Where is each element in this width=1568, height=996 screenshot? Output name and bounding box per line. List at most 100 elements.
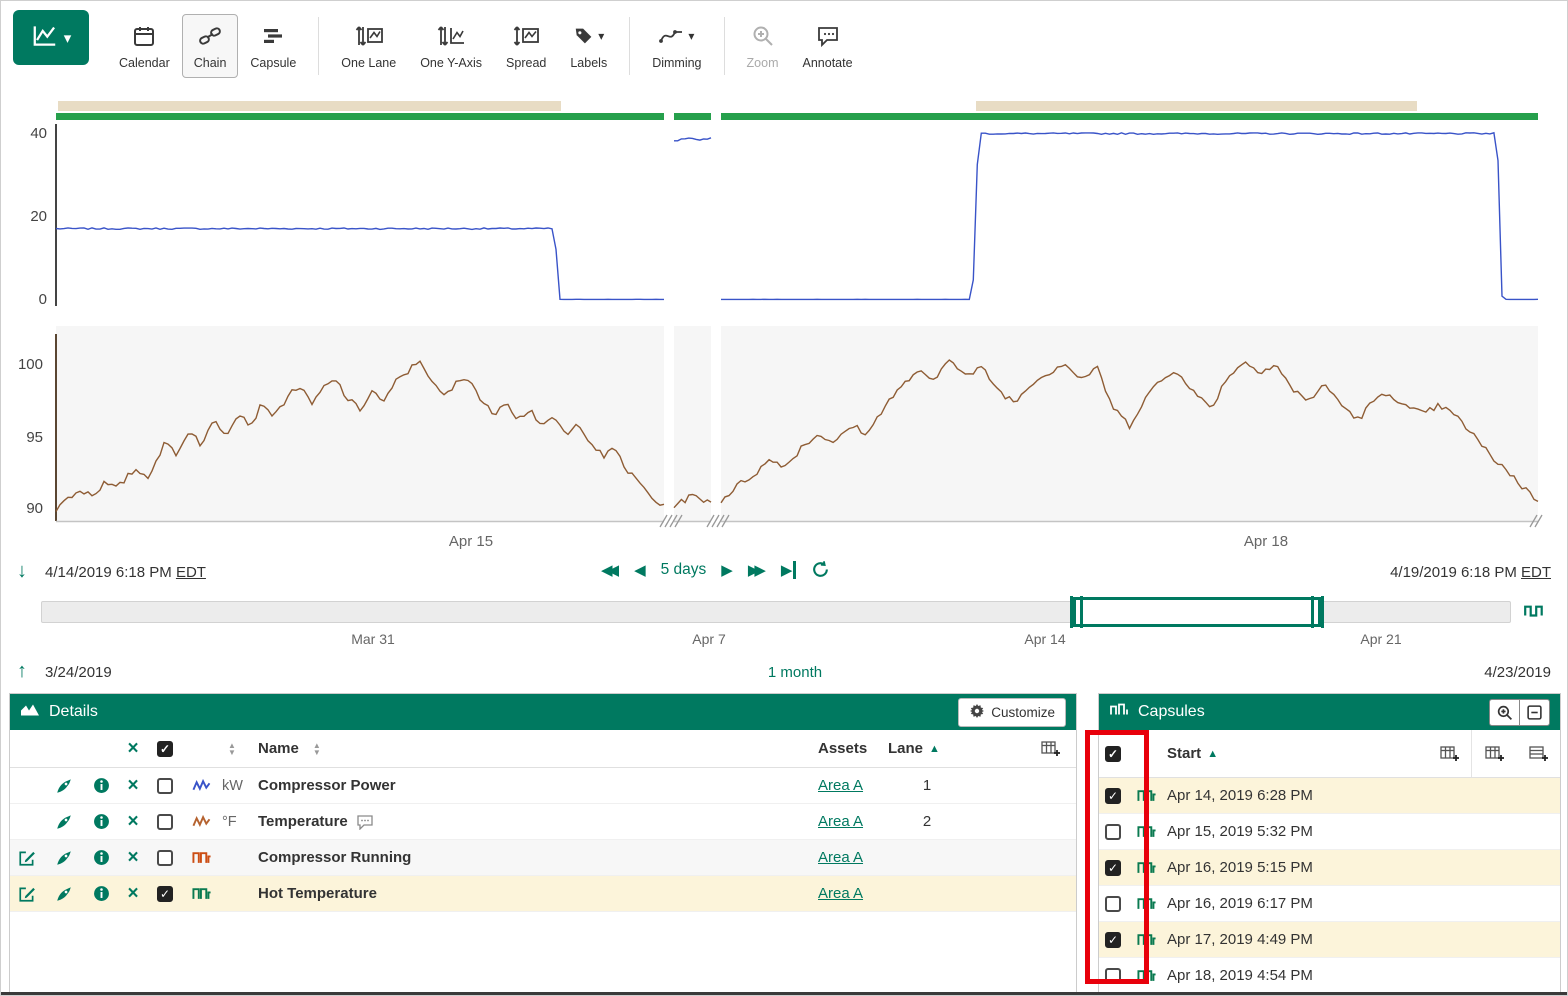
refresh-icon[interactable] (811, 560, 830, 579)
capsule-row[interactable]: ✓Apr 17, 2019 4:49 PM (1099, 922, 1560, 958)
name-column-header[interactable]: Name (258, 740, 299, 757)
capsule-checkbox[interactable] (1105, 824, 1121, 840)
one-lane-button[interactable]: One Lane (329, 14, 408, 78)
edit-icon[interactable] (10, 885, 44, 903)
add-property-column-icon[interactable] (1529, 745, 1548, 762)
investigate-range-start[interactable]: 3/24/2019 (45, 664, 112, 681)
capsule-checkbox[interactable] (1105, 896, 1121, 912)
capsule-time-icon[interactable] (1523, 600, 1545, 625)
edit-icon[interactable] (10, 849, 44, 867)
details-row-hot-temperature[interactable]: ×✓Hot TemperatureArea A (10, 876, 1076, 912)
rocket-icon[interactable] (44, 849, 84, 867)
display-range-end[interactable]: 4/19/2019 6:18 PM EDT (1390, 564, 1551, 581)
duration-label[interactable]: 5 days (661, 561, 707, 579)
selection-left-handle[interactable] (1070, 596, 1083, 628)
capsule-row[interactable]: ✓Apr 14, 2019 6:28 PM (1099, 778, 1560, 814)
capsule-row[interactable]: Apr 15, 2019 5:32 PM (1099, 814, 1560, 850)
lane1-ytick: 0 (7, 291, 47, 308)
row-checkbox[interactable] (157, 850, 173, 866)
trend-chart-area[interactable]: 402001009590 Apr 15Apr 18 (1, 96, 1568, 561)
comment-icon[interactable] (356, 814, 374, 830)
investigate-range-end[interactable]: 4/23/2019 (1484, 664, 1551, 681)
trend-chart[interactable] (1, 96, 1568, 561)
spread-label: Spread (506, 56, 546, 70)
rocket-icon[interactable] (44, 813, 84, 831)
condition-icon (182, 886, 222, 901)
fast-forward-button[interactable]: ▶▶ (748, 561, 766, 579)
dimming-label: Dimming (652, 56, 701, 70)
zoom-to-capsules-button[interactable] (1489, 699, 1519, 726)
lane-column-header[interactable]: Lane (888, 740, 923, 757)
rocket-icon[interactable] (44, 885, 84, 903)
asset-link[interactable]: Area A (818, 849, 863, 866)
assets-column-header[interactable]: Assets (818, 740, 867, 757)
investigate-range-arrow-icon: ↓ (17, 560, 27, 583)
investigate-range-duration[interactable]: 1 month (695, 664, 895, 681)
worksheet-view-menu-button[interactable]: ▾ (13, 10, 89, 65)
add-column-icon[interactable] (1041, 740, 1060, 757)
remove-icon[interactable]: × (118, 812, 148, 831)
row-checkbox[interactable]: ✓ (157, 886, 173, 902)
collapse-panel-button[interactable] (1519, 699, 1550, 726)
select-all-checkbox[interactable]: ✓ (157, 741, 173, 757)
capsule-icon (1137, 932, 1167, 947)
capsule-row[interactable]: ✓Apr 16, 2019 5:15 PM (1099, 850, 1560, 886)
display-range-start[interactable]: 4/14/2019 6:18 PM EDT (45, 564, 206, 581)
skip-to-end-button[interactable]: ▶ (781, 561, 797, 579)
one-lane-icon (354, 23, 384, 49)
capsules-table-body: ✓Apr 14, 2019 6:28 PMApr 15, 2019 5:32 P… (1099, 778, 1560, 994)
details-row-temperature[interactable]: ×°FTemperatureArea A2 (10, 804, 1076, 840)
remove-all-button[interactable]: × (127, 739, 138, 758)
spread-button[interactable]: Spread (494, 14, 558, 78)
info-icon[interactable] (84, 813, 118, 830)
info-icon[interactable] (84, 849, 118, 866)
remove-icon[interactable]: × (118, 776, 148, 795)
investigate-range-arrow-up-icon: ↑ (17, 660, 27, 683)
capsule-checkbox[interactable]: ✓ (1105, 788, 1121, 804)
x-axis-label: Apr 15 (431, 533, 511, 550)
capsule-row[interactable]: Apr 16, 2019 6:17 PM (1099, 886, 1560, 922)
row-checkbox[interactable] (157, 778, 173, 794)
sort-name-control[interactable]: ▲▼ (313, 742, 321, 756)
calendar-button[interactable]: Calendar (107, 14, 182, 78)
capsule-icon (1137, 896, 1167, 911)
row-checkbox[interactable] (157, 814, 173, 830)
capsule-row[interactable]: Apr 18, 2019 4:54 PM (1099, 958, 1560, 994)
info-icon[interactable] (84, 885, 118, 902)
lane-number: 1 (888, 777, 966, 794)
details-row-compressor-power[interactable]: ×kWCompressor PowerArea A1 (10, 768, 1076, 804)
labels-button[interactable]: ▾Labels (558, 14, 619, 78)
fast-backward-button[interactable]: ◀◀ (601, 561, 619, 579)
timezone-link[interactable]: EDT (1521, 564, 1551, 581)
timezone-link[interactable]: EDT (176, 564, 206, 581)
sort-type-control[interactable]: ▲▼ (228, 742, 236, 756)
rocket-icon[interactable] (44, 777, 84, 795)
selection-right-handle[interactable] (1311, 596, 1324, 628)
capsule-checkbox[interactable]: ✓ (1105, 932, 1121, 948)
info-icon[interactable] (84, 777, 118, 794)
capsule-checkbox[interactable]: ✓ (1105, 860, 1121, 876)
asset-link[interactable]: Area A (818, 885, 863, 902)
chain-button[interactable]: Chain (182, 14, 239, 78)
dimming-button[interactable]: ▾ Dimming (640, 14, 713, 78)
start-column-header[interactable]: Start (1167, 745, 1201, 762)
timeline-selection-window[interactable] (1073, 597, 1321, 627)
step-forward-button[interactable]: ▶ (721, 561, 733, 579)
add-stat-column-icon[interactable] (1485, 745, 1504, 762)
chevron-down-icon: ▾ (688, 29, 694, 43)
capsules-select-all-checkbox[interactable]: ✓ (1105, 746, 1121, 762)
remove-icon[interactable]: × (118, 884, 148, 903)
annotate-button[interactable]: Annotate (791, 14, 865, 78)
customize-button[interactable]: Customize (958, 698, 1066, 727)
add-column-icon[interactable] (1440, 745, 1459, 762)
remove-icon[interactable]: × (118, 848, 148, 867)
step-backward-button[interactable]: ◀ (634, 561, 646, 579)
one-y-axis-button[interactable]: One Y-Axis (408, 14, 494, 78)
asset-link[interactable]: Area A (818, 813, 863, 830)
zoom-button: Zoom (735, 14, 791, 78)
one-y-axis-icon (436, 23, 466, 49)
asset-link[interactable]: Area A (818, 777, 863, 794)
capsule-button[interactable]: Capsule (238, 14, 308, 78)
details-row-compressor-running[interactable]: ×Compressor RunningArea A (10, 840, 1076, 876)
capsule-checkbox[interactable] (1105, 968, 1121, 984)
